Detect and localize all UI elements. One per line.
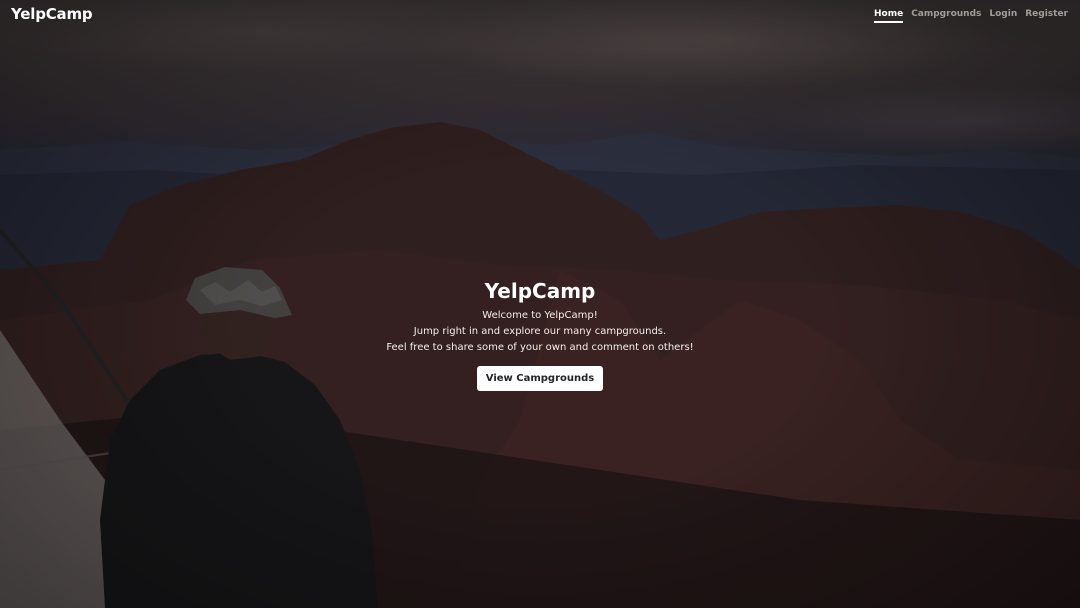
nav-link-home[interactable]: Home — [873, 9, 904, 23]
hero-explore-text: Jump right in and explore our many campg… — [413, 326, 667, 337]
landing-page: YelpCamp Home Campgrounds Login Register… — [0, 0, 1080, 608]
hero: YelpCamp Welcome to YelpCamp! Jump right… — [0, 278, 1080, 391]
brand-logo[interactable]: YelpCamp — [11, 5, 93, 23]
hero-welcome-text: Welcome to YelpCamp! — [482, 310, 598, 321]
nav-links: Home Campgrounds Login Register — [873, 9, 1068, 23]
nav-link-login[interactable]: Login — [989, 9, 1017, 23]
hero-title: YelpCamp — [484, 279, 596, 303]
navbar: YelpCamp Home Campgrounds Login Register — [0, 0, 1080, 32]
nav-link-campgrounds[interactable]: Campgrounds — [911, 9, 981, 23]
view-campgrounds-button[interactable]: View Campgrounds — [476, 366, 604, 391]
hero-share-text: Feel free to share some of your own and … — [386, 342, 694, 353]
nav-link-register[interactable]: Register — [1025, 9, 1068, 23]
